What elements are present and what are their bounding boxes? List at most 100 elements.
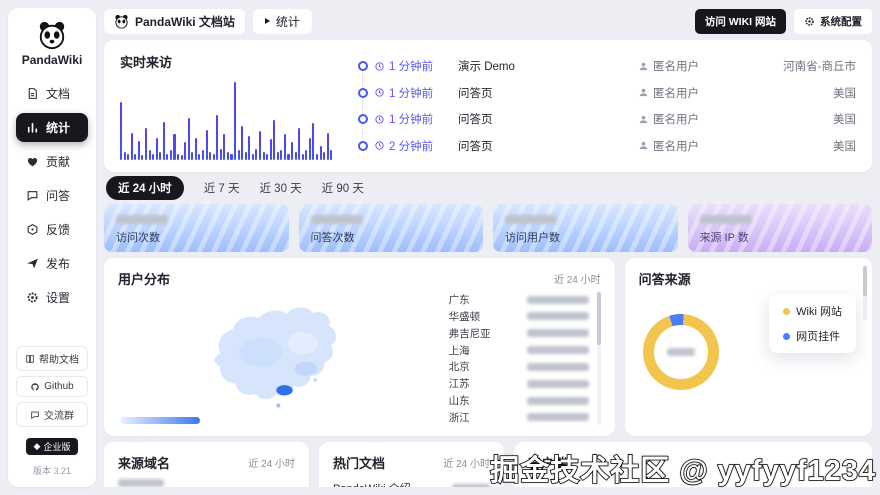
visit-wiki-button[interactable]: 访问 WIKI 网站 xyxy=(694,8,786,34)
visit-location: 美国 xyxy=(833,87,856,100)
chart-bar xyxy=(326,132,329,160)
region-row: 华盛顿 xyxy=(449,309,589,324)
stat-label: 来源 IP 数 xyxy=(699,232,749,244)
sidebar-item-settings[interactable]: 设置 xyxy=(16,283,88,312)
chart-bar xyxy=(159,152,162,160)
chart-bar xyxy=(308,137,311,160)
card-title: 热门文档 xyxy=(333,456,386,471)
scrollbar-thumb[interactable] xyxy=(863,266,867,296)
region-row: 浙江 xyxy=(449,410,589,425)
filter-option-30d[interactable]: 近 30 天 xyxy=(259,180,301,196)
sidebar-item-publish[interactable]: 发布 xyxy=(16,249,88,278)
gear-icon xyxy=(805,16,814,26)
visit-page: 问答页 xyxy=(458,114,493,127)
sidebar-item-stats[interactable]: 统计 xyxy=(16,113,88,142)
redacted-value xyxy=(526,396,589,405)
china-map xyxy=(118,292,435,425)
chart-bar xyxy=(301,153,304,160)
visit-user: 匿名用户 xyxy=(638,111,738,127)
system-config-button[interactable]: 系统配置 xyxy=(794,8,872,34)
hot-doc-item[interactable]: PandaWiki 介绍 xyxy=(333,480,490,487)
card-header: 用户分布 近 24 小时 xyxy=(118,269,601,288)
redacted-value xyxy=(116,215,168,224)
main-area: PandaWiki 文档站 统计 访问 WIKI 网站 系统配置 实时来访 1 … xyxy=(104,8,872,487)
sidebar: PandaWiki 文档 统计 贡献 问答 反馈 发布 设置 帮助文档 Gith… xyxy=(8,8,96,487)
chart-bar xyxy=(184,142,187,160)
visit-user: 匿名用户 xyxy=(638,85,738,101)
sidebar-item-qa[interactable]: 问答 xyxy=(16,181,88,210)
filter-option-24h[interactable]: 近 24 小时 xyxy=(106,176,184,200)
redacted-value xyxy=(526,312,589,321)
sidebar-item-contribution[interactable]: 贡献 xyxy=(16,147,88,176)
user-icon xyxy=(639,142,648,150)
chart-bar xyxy=(330,150,333,160)
visit-time: 1 分钟前 xyxy=(374,85,458,101)
clock-icon xyxy=(375,88,384,97)
chart-bar xyxy=(280,150,283,160)
chart-bar xyxy=(194,137,197,160)
redacted-value xyxy=(666,348,695,356)
visit-row: 1 分钟前 问答页 匿名用户 美国 xyxy=(358,111,856,127)
sidebar-item-label: 文档 xyxy=(46,87,71,101)
visit-user: 匿名用户 xyxy=(638,58,738,74)
top-bar: PandaWiki 文档站 统计 访问 WIKI 网站 系统配置 xyxy=(104,8,872,34)
scrollbar-thumb[interactable] xyxy=(596,292,601,346)
user-icon xyxy=(639,88,648,97)
china-map-svg xyxy=(213,306,337,408)
filter-option-90d[interactable]: 近 90 天 xyxy=(322,180,364,196)
legend-item[interactable]: Wiki 网站 xyxy=(783,303,842,319)
dashboard-content: 实时来访 1 分钟前 演示 Demo 匿名用户 河南省-商丘市 1 分钟前 问答… xyxy=(104,40,872,487)
chart-bar xyxy=(205,129,208,160)
region-row: 山东 xyxy=(449,393,589,408)
filter-option-7d[interactable]: 近 7 天 xyxy=(204,180,240,196)
qa-card-scrollbar[interactable] xyxy=(863,266,867,320)
realtime-card: 实时来访 1 分钟前 演示 Demo 匿名用户 河南省-商丘市 1 分钟前 问答… xyxy=(104,40,872,172)
chart-bar xyxy=(209,152,212,160)
clock-icon xyxy=(375,61,384,71)
chart-bar xyxy=(162,121,165,160)
chart-bar xyxy=(315,153,318,160)
github-button[interactable]: Github xyxy=(16,376,88,397)
card-header: 客户端 xyxy=(528,453,858,472)
chart-bar xyxy=(152,153,155,160)
legend-item[interactable]: 网页挂件 xyxy=(783,328,842,344)
region-row: 弗吉尼亚 xyxy=(449,326,589,341)
map-body: 广东 华盛顿 弗吉尼亚 上海 北京 江苏 山东 浙江 xyxy=(118,292,601,425)
stat-card-qa-count: 问答次数 xyxy=(298,204,483,252)
app-logo: PandaWiki xyxy=(22,20,82,67)
breadcrumb[interactable]: PandaWiki 文档站 xyxy=(104,8,245,34)
help-docs-button[interactable]: 帮助文档 xyxy=(16,346,88,371)
chart-bar xyxy=(319,145,322,160)
region-row: 北京 xyxy=(449,359,589,374)
region-list-scrollbar[interactable] xyxy=(596,292,601,425)
topbar-actions: 访问 WIKI 网站 系统配置 xyxy=(694,8,872,34)
sidebar-item-label: 反馈 xyxy=(46,223,71,237)
redacted-value xyxy=(310,215,363,224)
bottom-row: 来源域名 近 24 小时 热门文档 近 24 小时 PandaWiki 介绍 xyxy=(104,442,872,487)
sidebar-item-feedback[interactable]: 反馈 xyxy=(16,215,88,244)
chart-bar xyxy=(269,139,272,160)
chart-bar xyxy=(187,118,190,160)
chart-bar xyxy=(258,131,261,160)
sidebar-item-label: 贡献 xyxy=(46,155,71,169)
card-header: 问答来源 xyxy=(639,269,858,288)
book-icon xyxy=(26,354,34,363)
chart-bar xyxy=(127,153,130,160)
user-icon xyxy=(639,115,648,123)
chart-bar xyxy=(177,153,180,160)
chart-bar xyxy=(273,120,276,160)
qa-source-legend: Wiki 网站 网页挂件 xyxy=(769,294,856,353)
chart-bar xyxy=(323,152,326,160)
chart-bar xyxy=(237,150,240,160)
tab-stats[interactable]: 统计 xyxy=(252,8,312,34)
visit-time: 2 分钟前 xyxy=(374,138,458,154)
realtime-title: 实时来访 xyxy=(120,55,173,70)
stat-card-visits: 访问次数 xyxy=(104,204,289,252)
time-range-filter: 近 24 小时 近 7 天 近 30 天 近 90 天 xyxy=(104,176,872,200)
stat-label: 访问次数 xyxy=(116,232,160,244)
clock-icon xyxy=(375,141,384,151)
sidebar-menu: 文档 统计 贡献 问答 反馈 发布 设置 xyxy=(16,79,88,312)
community-group-button[interactable]: 交流群 xyxy=(16,402,88,427)
sidebar-item-docs[interactable]: 文档 xyxy=(16,79,88,108)
chat-bubble-icon xyxy=(31,411,39,419)
